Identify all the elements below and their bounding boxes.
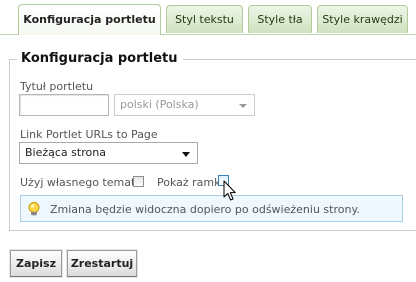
tab-background-style[interactable]: Style tła (248, 5, 312, 33)
link-portlet-urls-select[interactable]: Bieżąca strona (19, 142, 198, 164)
lightbulb-icon (28, 202, 40, 216)
portlet-title-label: Tytuł portletu (20, 80, 94, 93)
chevron-down-icon (239, 104, 247, 108)
own-theme-checkbox[interactable] (133, 176, 144, 187)
info-message-text: Zmiana będzie widoczna dopiero po odświe… (50, 203, 360, 216)
mouse-pointer-icon (223, 180, 236, 201)
save-button[interactable]: Zapisz (10, 250, 62, 277)
show-borders-label: Pokaż ramki (157, 176, 224, 189)
tab-text-style[interactable]: Styl tekstu (166, 5, 243, 33)
link-portlet-urls-label: Link Portlet URLs to Page (20, 128, 158, 141)
language-select-value: polski (Polska) (120, 98, 199, 111)
tab-portlet-configuration[interactable]: Konfiguracja portletu (18, 4, 161, 35)
chevron-down-icon (182, 152, 190, 157)
own-theme-label: Użyj własnego tematu (20, 176, 143, 189)
portlet-title-input[interactable] (19, 94, 109, 116)
language-select[interactable]: polski (Polska) (114, 94, 255, 116)
link-portlet-urls-value: Bieżąca strona (25, 146, 106, 159)
reset-button[interactable]: Zrestartuj (67, 250, 137, 277)
tab-bar: Konfiguracja portletu Styl tekstu Style … (0, 0, 416, 36)
tab-border-style[interactable]: Style krawędzi (317, 5, 408, 33)
fieldset-legend: Konfiguracja portletu (17, 51, 184, 67)
